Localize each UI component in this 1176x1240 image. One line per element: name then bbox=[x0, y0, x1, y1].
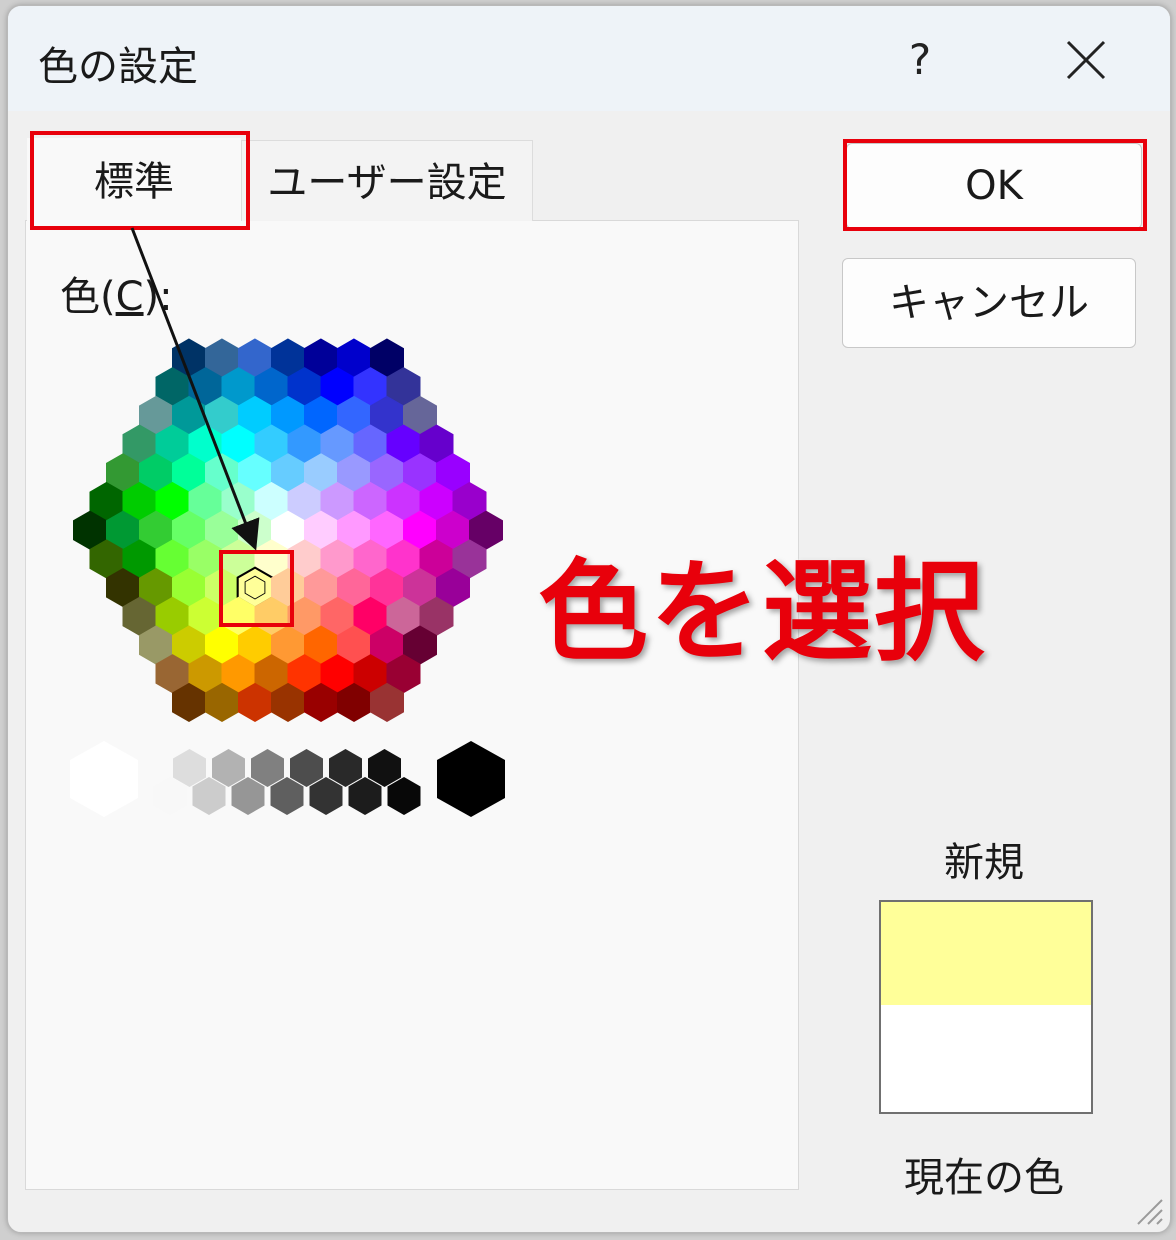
new-color-label: 新規 bbox=[944, 840, 1024, 886]
current-color-swatch bbox=[881, 1005, 1091, 1112]
gray-cell[interactable] bbox=[270, 777, 304, 815]
gray-cell[interactable] bbox=[212, 749, 245, 787]
gray-cell[interactable] bbox=[309, 777, 343, 815]
gray-cell[interactable] bbox=[368, 749, 401, 787]
gray-cell[interactable] bbox=[387, 777, 421, 815]
ok-highlight-box bbox=[843, 139, 1147, 231]
gray-cell[interactable] bbox=[231, 777, 265, 815]
gray-cell[interactable] bbox=[173, 749, 206, 787]
tab-highlight-box bbox=[30, 131, 250, 230]
gray-cell[interactable] bbox=[70, 741, 138, 817]
gray-cell[interactable] bbox=[192, 777, 226, 815]
selected-color-highlight-box bbox=[219, 550, 294, 627]
gray-cell[interactable] bbox=[348, 777, 382, 815]
current-color-label: 現在の色 bbox=[904, 1155, 1064, 1201]
new-color-swatch bbox=[881, 902, 1091, 1005]
gray-cell[interactable] bbox=[153, 777, 187, 815]
gray-cell[interactable] bbox=[251, 749, 284, 787]
color-preview bbox=[879, 900, 1093, 1114]
gray-cell[interactable] bbox=[329, 749, 362, 787]
gray-cell[interactable] bbox=[290, 749, 323, 787]
gray-cell[interactable] bbox=[437, 741, 505, 817]
cancel-button[interactable]: キャンセル bbox=[842, 258, 1136, 348]
annotation-text: 色を選択 bbox=[538, 548, 986, 676]
